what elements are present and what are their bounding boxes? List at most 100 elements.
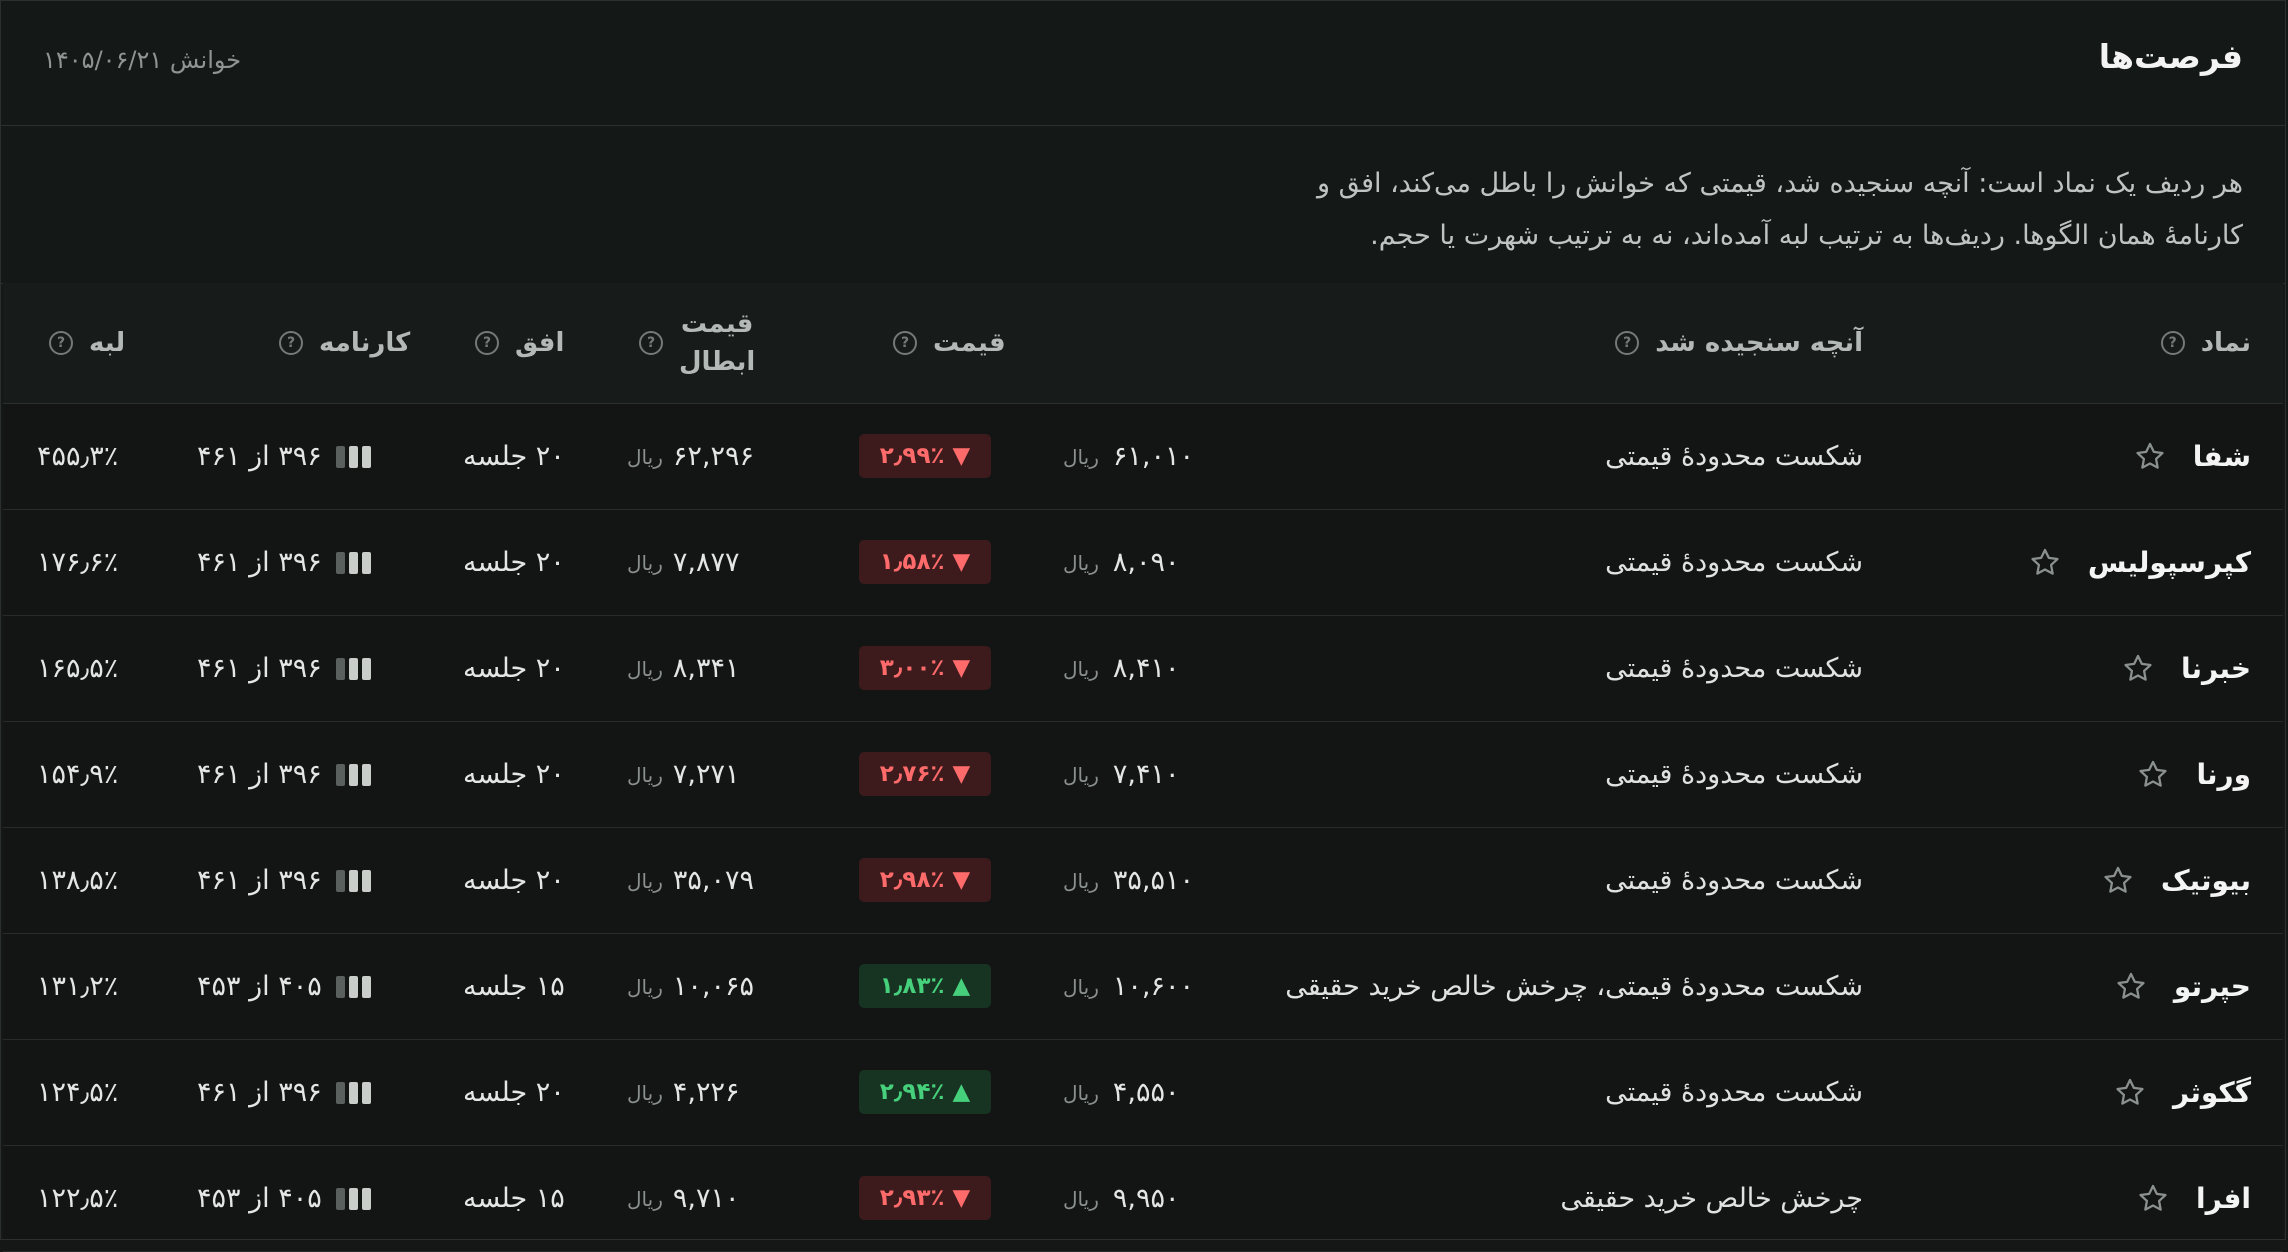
symbol-name[interactable]: خبرنا [2181, 652, 2251, 685]
table-header: نماد ? آنچه سنجیده شد ? قیمت ? قیمت ابطا… [3, 283, 2283, 404]
currency-label: ریال [627, 550, 663, 575]
change-badge: ▼ ۱٫۵۸٪ [859, 540, 991, 584]
table-row[interactable]: خبرنا شکست محدودهٔ قیمتی ۸,۴۱۰ ریال ▼ ۳٫… [3, 616, 2283, 722]
column-edge[interactable]: لبه ? [49, 283, 125, 403]
column-measured[interactable]: آنچه سنجیده شد ? [1615, 283, 1863, 403]
record-cell: ۴۰۵ از ۴۵۳ [197, 1146, 371, 1251]
column-horizon[interactable]: افق ? [475, 283, 564, 403]
table-row[interactable]: حپرتو شکست محدودهٔ قیمتی، چرخش خالص خرید… [3, 934, 2283, 1040]
star-icon[interactable] [2121, 652, 2155, 686]
horizon-cell: ۱۵ جلسه [463, 1183, 565, 1214]
change-value: ۲٫۹۴٪ [879, 1079, 945, 1105]
price-value: ۱۰,۶۰۰ [1112, 971, 1194, 1002]
column-invalidation-price[interactable]: قیمت ابطال ? [639, 283, 755, 403]
record-value: ۳۹۶ از ۴۶۱ [197, 759, 322, 790]
change-badge: ▼ ۲٫۹۹٪ [859, 434, 991, 478]
symbol-cell: حپرتو [2114, 934, 2251, 1039]
measured-cell: شکست محدودهٔ قیمتی [1605, 547, 1863, 578]
star-icon[interactable] [2136, 1182, 2170, 1216]
currency-label: ریال [627, 1080, 663, 1105]
edge-cell: ۱۳۱٫۲٪ [37, 971, 119, 1002]
arrow-down-icon: ▼ [952, 867, 971, 893]
horizon-cell: ۲۰ جلسه [463, 653, 565, 684]
invalidation-value: ۸,۳۴۱ [672, 653, 740, 684]
currency-label: ریال [1063, 974, 1099, 999]
symbol-name[interactable]: حپرتو [2174, 970, 2251, 1003]
symbol-name[interactable]: گکوثر [2173, 1076, 2251, 1109]
edge-cell: ۱۵۴٫۹٪ [37, 759, 119, 790]
description-text: هر ردیف یک نماد است: آنچه سنجیده شد، قیم… [1316, 168, 2243, 251]
star-icon[interactable] [2101, 864, 2135, 898]
currency-label: ریال [1063, 444, 1099, 469]
change-value: ۲٫۹۹٪ [879, 443, 945, 469]
record-cell: ۳۹۶ از ۴۶۱ [197, 1040, 371, 1145]
symbol-name[interactable]: کپرسپولیس [2088, 546, 2251, 579]
measured-cell: شکست محدودهٔ قیمتی، چرخش خالص خرید حقیقی [1285, 971, 1863, 1002]
price-cell: ۸,۴۱۰ ریال [1063, 616, 1179, 721]
currency-label: ریال [627, 974, 663, 999]
help-icon[interactable]: ? [2160, 331, 2185, 355]
help-icon[interactable]: ? [49, 331, 73, 355]
star-icon[interactable] [2133, 440, 2167, 474]
symbol-name[interactable]: بیوتیک [2161, 864, 2251, 897]
table-row[interactable]: شفا شکست محدودهٔ قیمتی ۶۱,۰۱۰ ریال ▼ ۲٫۹… [3, 404, 2283, 510]
arrow-down-icon: ▼ [952, 655, 971, 681]
star-icon[interactable] [2136, 758, 2170, 792]
table-row[interactable]: کپرسپولیس شکست محدودهٔ قیمتی ۸,۰۹۰ ریال … [3, 510, 2283, 616]
star-icon[interactable] [2028, 546, 2062, 580]
change-badge: ▲ ۱٫۸۳٪ [859, 964, 991, 1008]
page-title: فرصت‌ها [2098, 37, 2243, 76]
change-value: ۲٫۹۸٪ [879, 867, 945, 893]
column-record[interactable]: کارنامه ? [279, 283, 410, 403]
symbol-name[interactable]: ورنا [2196, 758, 2251, 791]
symbol-cell: افرا [2136, 1146, 2251, 1251]
star-icon[interactable] [2113, 1076, 2147, 1110]
record-bars-icon [335, 1187, 371, 1210]
table-row[interactable]: ورنا شکست محدودهٔ قیمتی ۷,۴۱۰ ریال ▼ ۲٫۷… [3, 722, 2283, 828]
record-cell: ۳۹۶ از ۴۶۱ [197, 510, 371, 615]
table-row[interactable]: افرا چرخش خالص خرید حقیقی ۹,۹۵۰ ریال ▼ ۲… [3, 1146, 2283, 1252]
change-value: ۱٫۸۳٪ [879, 973, 945, 999]
record-value: ۴۰۵ از ۴۵۳ [197, 1183, 322, 1214]
column-symbol[interactable]: نماد ? [2160, 283, 2251, 403]
invalidation-value: ۶۲,۲۹۶ [672, 441, 754, 472]
help-icon[interactable]: ? [279, 331, 303, 355]
symbol-name[interactable]: افرا [2196, 1182, 2251, 1215]
price-value: ۸,۴۱۰ [1112, 653, 1180, 684]
invalidation-cell: ۷,۲۷۱ ریال [627, 722, 739, 827]
arrow-up-icon: ▲ [952, 1079, 971, 1105]
symbol-name[interactable]: شفا [2193, 440, 2251, 473]
horizon-cell: ۲۰ جلسه [463, 441, 565, 472]
column-price[interactable]: قیمت ? [893, 283, 1006, 403]
change-badge: ▼ ۳٫۰۰٪ [859, 646, 991, 690]
help-icon[interactable]: ? [1615, 331, 1640, 355]
currency-label: ریال [627, 868, 663, 893]
measured-cell: شکست محدودهٔ قیمتی [1605, 865, 1863, 896]
change-value: ۲٫۹۳٪ [879, 1185, 945, 1211]
invalidation-cell: ۷,۸۷۷ ریال [627, 510, 739, 615]
horizon-cell: ۲۰ جلسه [463, 865, 565, 896]
horizon-cell: ۱۵ جلسه [463, 971, 565, 1002]
currency-label: ریال [627, 444, 663, 469]
help-icon[interactable]: ? [893, 331, 917, 355]
star-icon[interactable] [2114, 970, 2148, 1004]
currency-label: ریال [1063, 1186, 1099, 1211]
table-row[interactable]: بیوتیک شکست محدودهٔ قیمتی ۳۵,۵۱۰ ریال ▼ … [3, 828, 2283, 934]
record-bars-icon [335, 763, 371, 786]
invalidation-cell: ۶۲,۲۹۶ ریال [627, 404, 754, 509]
help-icon[interactable]: ? [475, 331, 499, 355]
currency-label: ریال [627, 762, 663, 787]
symbol-cell: خبرنا [2121, 616, 2251, 721]
price-cell: ۳۵,۵۱۰ ریال [1063, 828, 1194, 933]
edge-cell: ۱۳۸٫۵٪ [37, 865, 119, 896]
table-row[interactable]: گکوثر شکست محدودهٔ قیمتی ۴,۵۵۰ ریال ▲ ۲٫… [3, 1040, 2283, 1146]
help-icon[interactable]: ? [639, 331, 663, 355]
currency-label: ریال [1063, 656, 1099, 681]
symbol-cell: کپرسپولیس [2028, 510, 2251, 615]
price-cell: ۷,۴۱۰ ریال [1063, 722, 1179, 827]
price-cell: ۶۱,۰۱۰ ریال [1063, 404, 1194, 509]
record-cell: ۴۰۵ از ۴۵۳ [197, 934, 371, 1039]
invalidation-cell: ۸,۳۴۱ ریال [627, 616, 739, 721]
price-cell: ۴,۵۵۰ ریال [1063, 1040, 1179, 1145]
change-value: ۲٫۷۶٪ [879, 761, 945, 787]
